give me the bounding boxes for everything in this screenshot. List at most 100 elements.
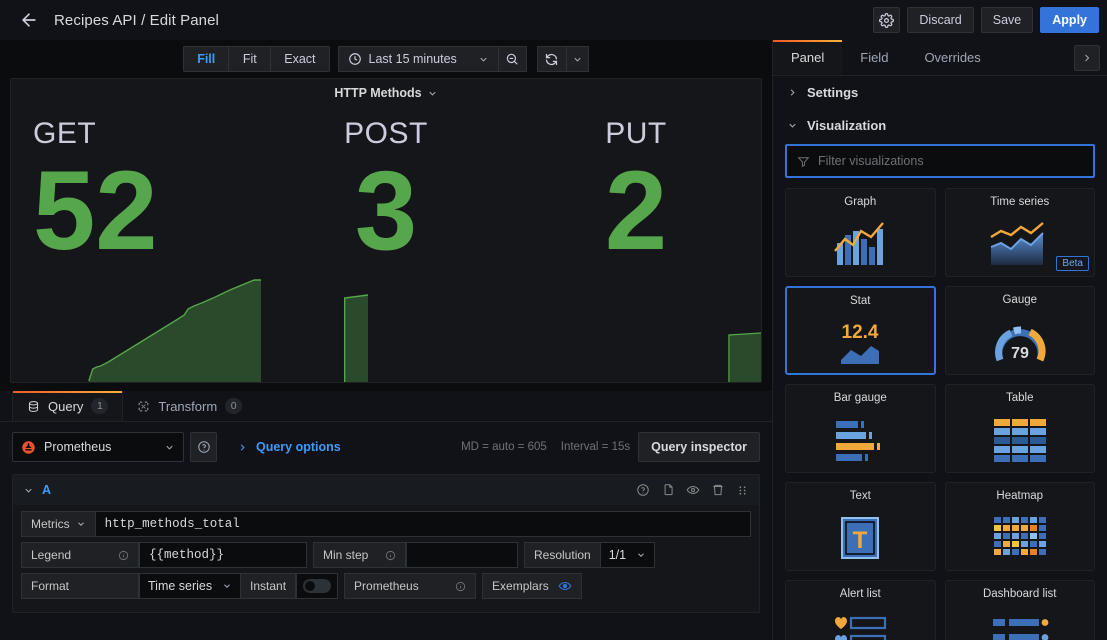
min-step-input[interactable] — [406, 542, 518, 568]
stat-sample-value: 12.4 — [842, 322, 879, 343]
resolution-label: Resolution — [534, 548, 591, 562]
datasource-name: Prometheus — [44, 440, 112, 454]
chevron-down-icon — [166, 445, 173, 450]
tab-field[interactable]: Field — [842, 40, 906, 75]
chevron-down-icon — [480, 57, 487, 62]
info-circle-icon[interactable] — [455, 581, 466, 592]
viz-card-time-series[interactable]: Time series Beta — [944, 188, 1095, 277]
beta-badge: Beta — [1056, 256, 1089, 271]
resolution-label-cell: Resolution — [524, 542, 601, 568]
viz-card-text[interactable]: Text T — [785, 482, 936, 571]
filter-visualizations-input[interactable] — [818, 154, 1083, 168]
time-range-picker[interactable]: Last 15 minutes — [337, 46, 499, 72]
body-split: Fill Fit Exact Last 15 minutes HTTP Meth… — [0, 40, 1107, 640]
tab-query[interactable]: Query 1 — [12, 391, 124, 421]
legend-input[interactable]: {{method}} — [139, 542, 307, 568]
viz-card-dashboard-list[interactable]: Dashboard list — [944, 580, 1095, 640]
max-data-points: MD = auto = 605 — [461, 441, 547, 453]
tab-transform[interactable]: Transform 0 — [123, 391, 256, 421]
time-range-label: Last 15 minutes — [368, 52, 457, 66]
gear-icon — [879, 12, 895, 28]
instant-toggle-wrap[interactable] — [296, 573, 339, 599]
query-row-letter: A — [42, 483, 52, 497]
top-bar: Recipes API / Edit Panel Discard Save Ap… — [0, 0, 1107, 40]
section-settings[interactable]: Settings — [773, 76, 1107, 109]
panel-preview-wrapper: HTTP Methods GET 52 POST 3 PUT 2 — [0, 78, 772, 391]
back-button[interactable] — [14, 5, 44, 35]
viz-card-label: Graph — [844, 196, 877, 208]
section-visualization-label: Visualization — [807, 118, 887, 133]
stat-panel-row: GET 52 POST 3 PUT 2 — [11, 107, 761, 382]
viz-card-stat[interactable]: Stat 12.4 — [785, 286, 936, 375]
query-options-bar[interactable]: Query options MD = auto = 605 Interval =… — [225, 432, 632, 462]
sparkline-put — [728, 332, 761, 382]
query-options-label: Query options — [256, 440, 341, 454]
table-viz-icon — [946, 408, 1095, 472]
edit-panel-screen: Recipes API / Edit Panel Discard Save Ap… — [0, 0, 1107, 640]
resolution-value: 1/1 — [608, 548, 627, 562]
query-inspector-button[interactable]: Query inspector — [638, 432, 760, 462]
help-circle-icon[interactable] — [636, 483, 650, 497]
viz-card-gauge[interactable]: Gauge 79 — [944, 286, 1095, 375]
stat-cell-post: POST 3 — [261, 107, 511, 382]
filter-visualizations-box[interactable] — [785, 144, 1095, 178]
metrics-expression-input[interactable]: http_methods_total — [95, 511, 751, 537]
exemplars-cell[interactable]: Exemplars — [482, 573, 582, 599]
fit-mode-fill[interactable]: Fill — [183, 46, 229, 72]
instant-label-cell: Instant — [241, 573, 297, 599]
info-circle-icon[interactable] — [385, 550, 396, 561]
tab-overrides[interactable]: Overrides — [906, 40, 998, 75]
panel-settings-button[interactable] — [873, 7, 901, 33]
save-button[interactable]: Save — [980, 7, 1034, 33]
viz-card-graph[interactable]: Graph — [785, 188, 936, 277]
stat-cell-put: PUT 2 — [511, 107, 761, 382]
metrics-line: Metrics http_methods_total — [21, 511, 751, 537]
viz-card-table[interactable]: Table — [944, 384, 1095, 473]
options-tabbar: Panel Field Overrides — [773, 40, 1107, 76]
instant-toggle[interactable] — [303, 579, 332, 593]
legend-label: Legend — [31, 548, 72, 562]
sparkline-post — [343, 294, 369, 382]
tab-query-badge: 1 — [91, 398, 109, 414]
duplicate-icon[interactable] — [661, 483, 675, 497]
chevron-down-icon — [429, 91, 436, 96]
datasource-help-button[interactable] — [190, 432, 217, 462]
section-visualization[interactable]: Visualization — [773, 109, 1107, 142]
viz-card-bar-gauge[interactable]: Bar gauge — [785, 384, 936, 473]
alertlist-viz-icon — [786, 604, 935, 640]
panel-title-menu[interactable]: HTTP Methods — [11, 79, 761, 107]
refresh-interval-dropdown[interactable] — [566, 46, 589, 72]
datasource-picker[interactable]: Prometheus — [12, 432, 184, 462]
fit-mode-fit[interactable]: Fit — [228, 46, 271, 72]
stat-viz-icon: 12.4 — [787, 311, 934, 373]
chevron-down-icon — [224, 584, 230, 589]
eye-icon[interactable] — [686, 483, 700, 497]
viz-card-alert-list[interactable]: Alert list — [785, 580, 936, 640]
options-pane: Panel Field Overrides Settings Visualiza… — [772, 40, 1107, 640]
query-row-actions — [636, 483, 749, 497]
resolution-select[interactable]: 1/1 — [600, 542, 655, 568]
fit-mode-exact[interactable]: Exact — [270, 46, 330, 72]
info-circle-icon[interactable] — [118, 550, 129, 561]
chevron-down-icon — [637, 553, 644, 558]
chevron-down-icon[interactable] — [23, 485, 34, 496]
drag-handle-icon[interactable] — [736, 484, 749, 497]
query-body: Prometheus Query options MD = auto = 605… — [0, 422, 772, 640]
chevron-down-icon — [77, 522, 84, 527]
trash-icon[interactable] — [711, 483, 725, 497]
zoom-out-button[interactable] — [498, 46, 527, 72]
format-label-cell: Format — [21, 573, 139, 599]
tab-panel[interactable]: Panel — [773, 40, 843, 75]
stat-title: GET — [33, 117, 97, 150]
viz-card-heatmap[interactable]: Heatmap — [944, 482, 1095, 571]
query-row-body: Metrics http_methods_total Legend {{meth… — [13, 505, 759, 612]
refresh-group — [536, 46, 589, 72]
discard-button[interactable]: Discard — [907, 7, 974, 33]
breadcrumb[interactable]: Recipes API / Edit Panel — [54, 12, 219, 29]
collapse-options-pane-button[interactable] — [1074, 44, 1100, 71]
refresh-button[interactable] — [536, 46, 567, 72]
format-select[interactable]: Time series — [139, 573, 241, 599]
arrow-left-icon — [22, 13, 36, 27]
metrics-dropdown[interactable]: Metrics — [21, 511, 96, 537]
apply-button[interactable]: Apply — [1040, 7, 1099, 33]
